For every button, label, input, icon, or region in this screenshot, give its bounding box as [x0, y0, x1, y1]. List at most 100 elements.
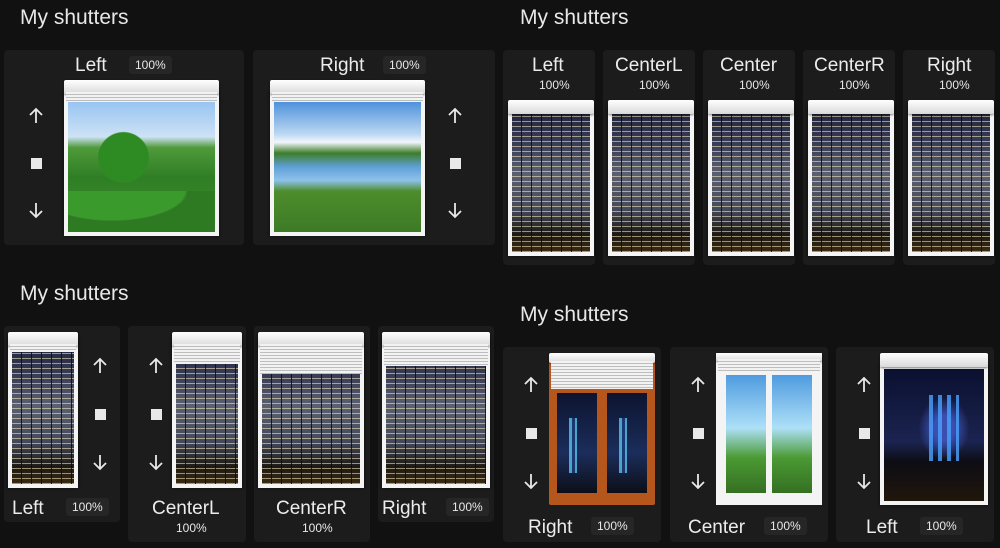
close-button[interactable] — [88, 450, 112, 474]
open-button[interactable] — [519, 373, 543, 397]
stop-button[interactable] — [519, 421, 543, 445]
stop-icon — [449, 157, 461, 169]
shutter-position: 100% — [639, 78, 670, 92]
window-view — [884, 369, 984, 501]
shutter-position: 100% — [591, 517, 634, 535]
stop-button[interactable] — [144, 402, 168, 426]
open-button[interactable] — [686, 373, 710, 397]
shutter-label: Right — [927, 55, 972, 76]
arrow-down-icon — [857, 474, 871, 490]
shutter-window[interactable] — [716, 353, 822, 505]
shutter-card: Right 100% — [503, 347, 661, 542]
stop-button[interactable] — [24, 151, 48, 175]
shutter-label: Left — [532, 55, 564, 76]
stop-icon — [94, 408, 106, 420]
shutter-card: Right 100% — [253, 50, 495, 245]
open-button[interactable] — [88, 354, 112, 378]
shutter-card: Left 100% — [4, 50, 244, 245]
arrow-down-icon — [149, 455, 163, 471]
arrow-up-icon — [691, 376, 705, 392]
window-view — [912, 110, 990, 252]
shutter-window[interactable] — [172, 332, 242, 488]
window-view — [12, 342, 74, 484]
stop-button[interactable] — [852, 421, 876, 445]
close-button[interactable] — [686, 469, 710, 493]
stop-icon — [150, 408, 162, 420]
shutter-position: 100% — [739, 78, 770, 92]
arrow-up-icon — [149, 357, 163, 373]
arrow-up-icon — [93, 357, 107, 373]
card-title: My shutters — [20, 6, 129, 29]
shutter-window[interactable] — [508, 100, 594, 256]
shutter-card: Center 100% — [670, 347, 828, 542]
window-view — [812, 110, 890, 252]
shutter-label: CenterL — [615, 55, 683, 76]
open-button[interactable] — [852, 373, 876, 397]
shutter-card: CenterR 100% — [803, 50, 895, 265]
stop-button[interactable] — [88, 402, 112, 426]
open-button[interactable] — [24, 104, 48, 128]
shutter-label: CenterL — [152, 498, 220, 519]
open-button[interactable] — [144, 354, 168, 378]
window-view — [68, 96, 215, 232]
stop-icon — [692, 427, 704, 439]
shutter-window[interactable] — [708, 100, 794, 256]
shutter-position: 100% — [920, 517, 963, 535]
shutter-label: Right — [320, 55, 365, 76]
shutter-label: CenterR — [276, 498, 347, 519]
stop-button[interactable] — [443, 151, 467, 175]
arrow-down-icon — [691, 474, 705, 490]
shutter-window[interactable] — [808, 100, 894, 256]
close-button[interactable] — [24, 198, 48, 222]
shutter-label: Left — [866, 517, 898, 538]
arrow-up-icon — [857, 376, 871, 392]
shutter-label: Left — [75, 55, 107, 76]
shutter-card: CenterR 100% — [254, 326, 370, 542]
shutter-window[interactable] — [880, 353, 988, 505]
shutter-card: Left 100% — [836, 347, 994, 542]
stop-icon — [30, 157, 42, 169]
shutter-label: Center — [688, 517, 746, 538]
card-title: My shutters — [520, 303, 629, 326]
shutter-window[interactable] — [258, 332, 364, 488]
shutter-label: Left — [12, 498, 44, 519]
shutter-position: 100% — [446, 498, 489, 516]
shutter-label: Center — [720, 55, 778, 76]
shutter-position: 100% — [66, 498, 109, 516]
shutter-card: CenterL 100% — [603, 50, 695, 265]
window-view — [512, 110, 590, 252]
close-button[interactable] — [443, 198, 467, 222]
shutter-window[interactable] — [64, 80, 219, 236]
open-button[interactable] — [443, 104, 467, 128]
shutter-window[interactable] — [908, 100, 994, 256]
shutter-window[interactable] — [8, 332, 78, 488]
shutter-card: Right 100% — [378, 326, 494, 522]
shutter-card: Left 100% — [4, 326, 120, 522]
shutter-card: Center 100% — [703, 50, 795, 265]
shutter-window[interactable] — [608, 100, 694, 256]
arrow-down-icon — [448, 203, 462, 219]
stop-icon — [525, 427, 537, 439]
arrow-up-icon — [524, 376, 538, 392]
close-button[interactable] — [852, 469, 876, 493]
card-title: My shutters — [520, 6, 629, 29]
shutter-position: 100% — [383, 56, 426, 74]
window-view — [274, 96, 421, 232]
arrow-up-icon — [29, 107, 43, 123]
shutter-window[interactable] — [549, 353, 655, 505]
stop-icon — [858, 427, 870, 439]
shutter-window[interactable] — [270, 80, 425, 236]
close-button[interactable] — [519, 469, 543, 493]
shutter-card: CenterL 100% — [128, 326, 246, 542]
shutter-position: 100% — [839, 78, 870, 92]
shutter-card: Left 100% — [503, 50, 595, 265]
shutter-label: Right — [528, 517, 573, 538]
window-view — [612, 110, 690, 252]
arrow-down-icon — [524, 474, 538, 490]
shutter-position: 100% — [539, 78, 570, 92]
close-button[interactable] — [144, 450, 168, 474]
stop-button[interactable] — [686, 421, 710, 445]
shutter-window[interactable] — [382, 332, 490, 488]
shutter-label: CenterR — [814, 55, 885, 76]
shutter-position: 100% — [129, 56, 172, 74]
